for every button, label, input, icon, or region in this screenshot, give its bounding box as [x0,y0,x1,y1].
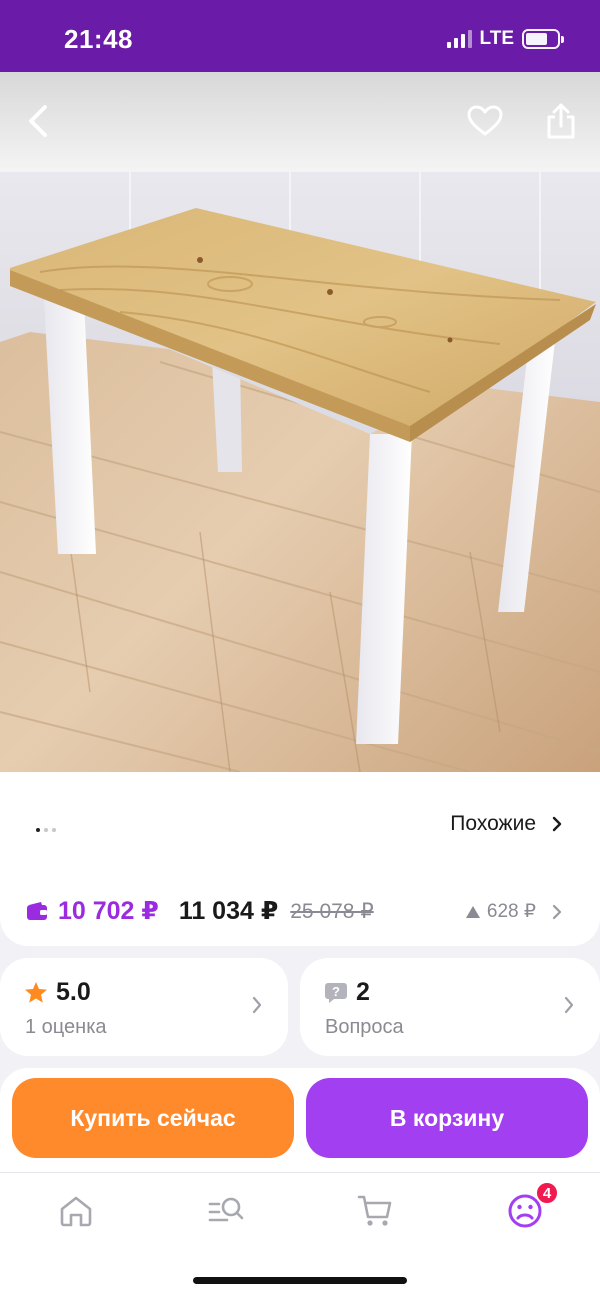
chevron-right-icon [552,816,562,832]
chevron-right-icon [564,996,574,1014]
product-photo[interactable] [0,172,600,772]
back-button[interactable] [14,96,64,146]
share-icon [547,103,575,139]
price-change-value: 628 ₽ [486,901,536,922]
signal-icon [446,30,472,48]
price-card[interactable]: 10 702 ₽ 11 034 ₽ 25 078 ₽ 628 ₽ [0,870,600,946]
cart-icon [357,1195,392,1226]
catalog-search-icon [208,1197,244,1222]
triangle-up-icon [465,905,480,918]
gallery-dot [52,828,56,832]
notification-badge: 4 [535,1181,559,1205]
table-illustration [0,172,600,772]
questions-card[interactable]: ? 2 Вопроса [300,958,600,1056]
old-price: 25 078 ₽ [290,899,374,923]
tab-profile[interactable]: 4 [505,1181,559,1231]
rating-value-row: 5.0 [24,978,91,1007]
rating-value: 5.0 [56,978,91,1006]
gallery-dot [44,828,48,832]
star-icon [25,982,47,1003]
svg-text:?: ? [332,984,340,999]
rating-caption: 1 оценка [25,1016,107,1038]
current-price: 11 034 ₽ [178,897,279,925]
wallet-icon [27,902,47,920]
chevron-left-icon [29,105,47,137]
questions-value-row: ? 2 [324,978,370,1007]
wallet-price: 10 702 ₽ [58,897,159,925]
network-label: LTE [479,28,514,49]
chevron-right-icon [252,996,262,1014]
favorite-button[interactable] [460,96,510,146]
add-to-cart-button[interactable]: В корзину [306,1078,588,1158]
tab-cart[interactable] [355,1191,395,1231]
cta-bar: Купить сейчас В корзину [0,1068,600,1172]
share-button[interactable] [536,96,586,146]
product-header [0,72,600,172]
questions-count: 2 [356,978,370,1006]
gallery-dot [36,828,40,832]
gallery-dots [36,828,56,832]
buy-now-button[interactable]: Купить сейчас [12,1078,294,1158]
question-bubble-icon: ? [325,982,347,1003]
battery-icon [522,29,564,49]
price-history-link[interactable]: 628 ₽ [465,900,562,923]
status-time: 21:48 [64,24,133,54]
chevron-right-icon [552,904,562,919]
rating-card[interactable]: 5.0 1 оценка [0,958,288,1056]
questions-caption: Вопроса [325,1016,404,1038]
gallery-row: Похожие [0,772,600,872]
home-indicator [193,1277,407,1284]
status-indicators: LTE [446,28,564,50]
similar-link[interactable]: Похожие [450,812,562,836]
price-row: 10 702 ₽ 11 034 ₽ 25 078 ₽ [26,896,374,926]
tab-home[interactable] [56,1191,96,1231]
home-icon [60,1196,92,1227]
heart-icon [467,105,503,136]
tab-catalog[interactable] [206,1191,246,1231]
status-bar: 21:48 LTE [0,0,600,72]
similar-label: Похожие [450,812,536,835]
